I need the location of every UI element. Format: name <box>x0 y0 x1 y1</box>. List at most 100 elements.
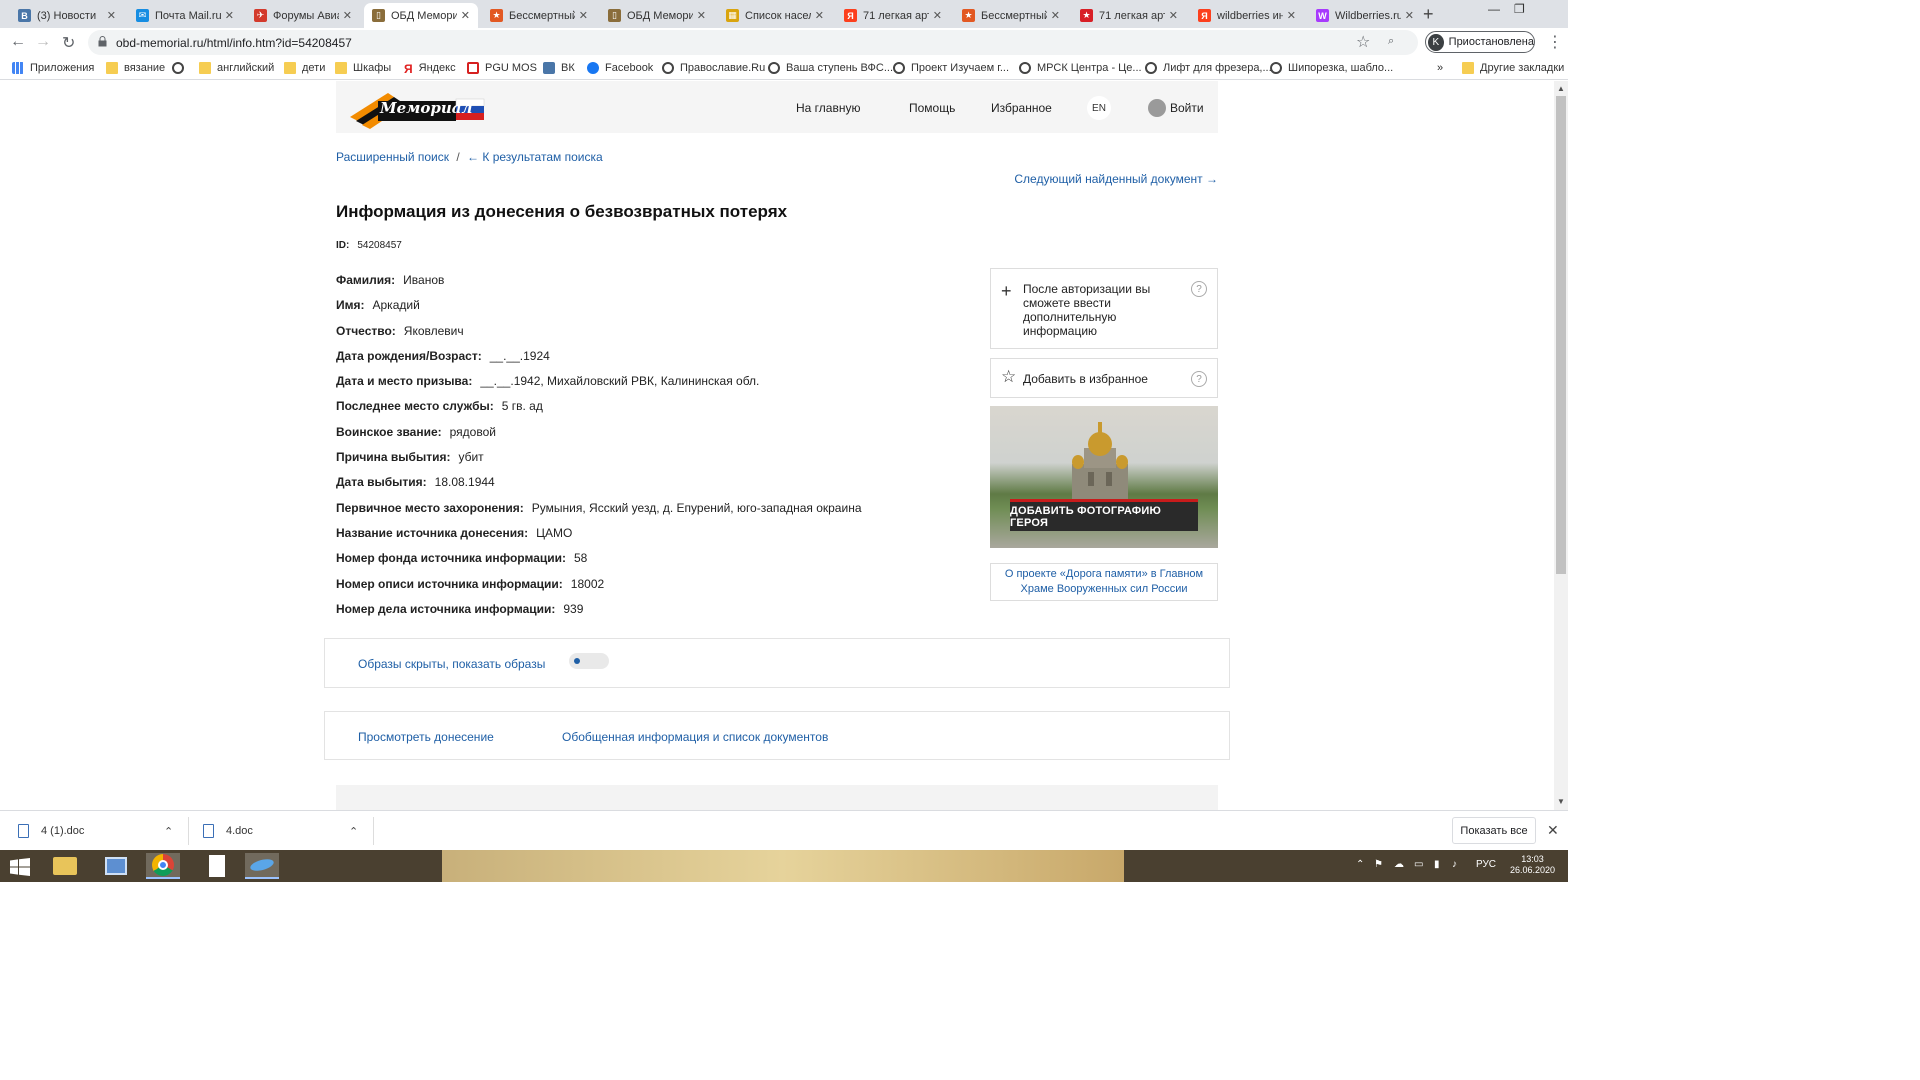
add-favorite-box[interactable]: ☆ Добавить в избранное ? <box>990 358 1218 398</box>
browser-tab[interactable]: ✈ Форумы Авиас ✕ <box>246 3 360 28</box>
browser-tab[interactable]: ★ Бессмертный п ✕ <box>482 3 596 28</box>
bookmark-item[interactable]: Я Яндекс <box>404 62 456 76</box>
tab-close-icon[interactable]: ✕ <box>815 9 824 22</box>
cloud-icon[interactable]: ☁ <box>1394 859 1404 870</box>
bookmark-item[interactable]: Ваша ступень ВФС... <box>768 62 893 74</box>
restore-button[interactable]: ❐ <box>1514 2 1525 16</box>
tray-expand-icon[interactable]: ⌃ <box>1356 859 1364 870</box>
address-bar[interactable]: obd-memorial.ru/html/info.htm?id=5420845… <box>88 30 1418 55</box>
new-tab-button[interactable]: + <box>1423 4 1434 25</box>
bookmark-item[interactable]: Проект Изучаем г... <box>893 62 1009 74</box>
help-icon[interactable]: ? <box>1191 371 1207 387</box>
tab-close-icon[interactable]: ✕ <box>1287 9 1296 22</box>
url-text[interactable]: obd-memorial.ru/html/info.htm?id=5420845… <box>116 36 352 50</box>
bookmark-item[interactable]: вязание <box>106 62 165 74</box>
advanced-search-link[interactable]: Расширенный поиск <box>336 150 449 164</box>
signal-icon[interactable]: ▮ <box>1434 859 1440 870</box>
minimize-button[interactable]: — <box>1488 2 1500 16</box>
download-item[interactable]: 4 (1).doc ⌃ <box>18 811 183 851</box>
login-button[interactable]: Войти <box>1148 99 1204 117</box>
search-lens-icon[interactable]: ⌕ <box>1388 35 1394 48</box>
lock-icon[interactable] <box>98 36 107 47</box>
tab-close-icon[interactable]: ✕ <box>579 9 588 22</box>
about-project-link[interactable]: О проекте «Дорога памяти» в Главном Храм… <box>990 563 1218 601</box>
bookmark-item[interactable]: Facebook <box>587 62 653 74</box>
scroll-up-icon[interactable]: ▲ <box>1557 84 1565 93</box>
tab-close-icon[interactable]: ✕ <box>107 9 116 22</box>
network-icon[interactable]: ▭ <box>1414 859 1423 870</box>
tab-close-icon[interactable]: ✕ <box>1405 9 1414 22</box>
bookmark-item[interactable]: Приложения <box>12 62 94 74</box>
images-toggle-switch[interactable] <box>569 653 609 669</box>
browser-tab[interactable]: ▯ ОБД Мемориал ✕ <box>600 3 714 28</box>
nav-help[interactable]: Помощь <box>909 101 955 115</box>
plus-icon[interactable]: + <box>1001 281 1012 302</box>
file-explorer-icon[interactable] <box>48 853 82 879</box>
bookmark-item[interactable]: Лифт для фрезера,... <box>1145 62 1272 74</box>
system-clock[interactable]: 13:03 26.06.2020 <box>1510 854 1555 876</box>
reload-button[interactable]: ↻ <box>62 33 75 53</box>
summary-documents-link[interactable]: Обобщенная информация и список документо… <box>562 730 828 744</box>
browser-tab[interactable]: ★ 71 легкая арти ✕ <box>1072 3 1186 28</box>
app-icon[interactable] <box>245 853 279 879</box>
hero-banner[interactable]: ДОБАВИТЬ ФОТОГРАФИЮ ГЕРОЯ <box>990 406 1218 548</box>
scrollbar-thumb[interactable] <box>1556 96 1566 574</box>
tab-close-icon[interactable]: ✕ <box>225 9 234 22</box>
browser-tab[interactable]: ✉ Почта Mail.ru ✕ <box>128 3 242 28</box>
bookmark-item[interactable]: Шипорезка, шабло... <box>1270 62 1393 74</box>
windows-start-icon[interactable] <box>10 858 30 876</box>
browser-tab[interactable]: W Wildberries.ru ✕ <box>1308 3 1422 28</box>
chevron-up-icon[interactable]: ⌃ <box>349 825 358 838</box>
nav-favorites[interactable]: Избранное <box>991 101 1052 115</box>
control-panel-icon[interactable] <box>99 853 133 879</box>
back-button[interactable]: ← <box>10 33 26 51</box>
document-icon[interactable] <box>200 853 234 879</box>
tab-close-icon[interactable]: ✕ <box>343 9 352 22</box>
nav-home[interactable]: На главную <box>796 101 860 115</box>
input-language[interactable]: РУС <box>1476 859 1496 870</box>
other-bookmarks-folder[interactable]: Другие закладки <box>1462 62 1564 74</box>
add-favorite-label[interactable]: Добавить в избранное <box>1023 372 1148 386</box>
tab-close-icon[interactable]: ✕ <box>933 9 942 22</box>
close-downloads-icon[interactable]: ✕ <box>1547 822 1559 839</box>
browser-menu-icon[interactable]: ⋮ <box>1547 32 1563 52</box>
browser-tab[interactable]: Яwildberries инт ✕ <box>1190 3 1304 28</box>
chrome-icon[interactable] <box>146 853 180 879</box>
help-icon[interactable]: ? <box>1191 281 1207 297</box>
chevron-up-icon[interactable]: ⌃ <box>164 825 173 838</box>
next-document-link[interactable]: Следующий найденный документ → <box>1014 172 1218 186</box>
tab-close-icon[interactable]: ✕ <box>461 9 470 22</box>
bookmark-item[interactable]: Православие.Ru <box>662 62 765 74</box>
tab-close-icon[interactable]: ✕ <box>697 9 706 22</box>
bookmark-item[interactable] <box>172 62 190 74</box>
bookmark-item[interactable]: PGU MOS <box>467 62 537 74</box>
show-all-downloads-button[interactable]: Показать все <box>1452 817 1536 844</box>
language-switch[interactable]: EN <box>1087 96 1111 120</box>
add-hero-photo-button[interactable]: ДОБАВИТЬ ФОТОГРАФИЮ ГЕРОЯ <box>1010 499 1198 531</box>
flag-icon[interactable]: ⚑ <box>1374 859 1383 870</box>
auth-info-box[interactable]: + После авторизации вы сможете ввести до… <box>990 268 1218 349</box>
download-item[interactable]: 4.doc ⌃ <box>203 811 368 851</box>
browser-tab[interactable]: ★ Бессмертный п ✕ <box>954 3 1068 28</box>
forward-button[interactable]: → <box>35 33 51 51</box>
page-scrollbar[interactable]: ▲ ▼ <box>1554 81 1568 810</box>
bookmark-item[interactable]: Шкафы <box>335 62 391 74</box>
tab-close-icon[interactable]: ✕ <box>1169 9 1178 22</box>
more-bookmarks-button[interactable]: » <box>1437 62 1443 74</box>
scroll-down-icon[interactable]: ▼ <box>1557 797 1565 806</box>
bookmark-star-icon[interactable]: ☆ <box>1356 32 1370 52</box>
bookmark-item[interactable]: ВК <box>543 62 575 74</box>
browser-tab[interactable]: Я 71 легкая арти ✕ <box>836 3 950 28</box>
bookmark-item[interactable]: английский <box>199 62 274 74</box>
bookmark-item[interactable]: МРСК Центра - Це... <box>1019 62 1142 74</box>
profile-button[interactable]: K Приостановлена <box>1425 31 1535 53</box>
volume-icon[interactable]: ♪ <box>1452 859 1457 870</box>
back-to-results-link[interactable]: ← К результатам поиска <box>467 150 603 164</box>
tab-close-icon[interactable]: ✕ <box>1051 9 1060 22</box>
view-report-link[interactable]: Просмотреть донесение <box>358 730 494 744</box>
browser-tab[interactable]: ▦ Список населе ✕ <box>718 3 832 28</box>
browser-tab[interactable]: ▯ ОБД Мемориал ✕ <box>364 3 478 28</box>
browser-tab[interactable]: В (3) Новости ✕ <box>10 3 124 28</box>
star-icon[interactable]: ☆ <box>1001 367 1016 387</box>
bookmark-item[interactable]: дети <box>284 62 325 74</box>
